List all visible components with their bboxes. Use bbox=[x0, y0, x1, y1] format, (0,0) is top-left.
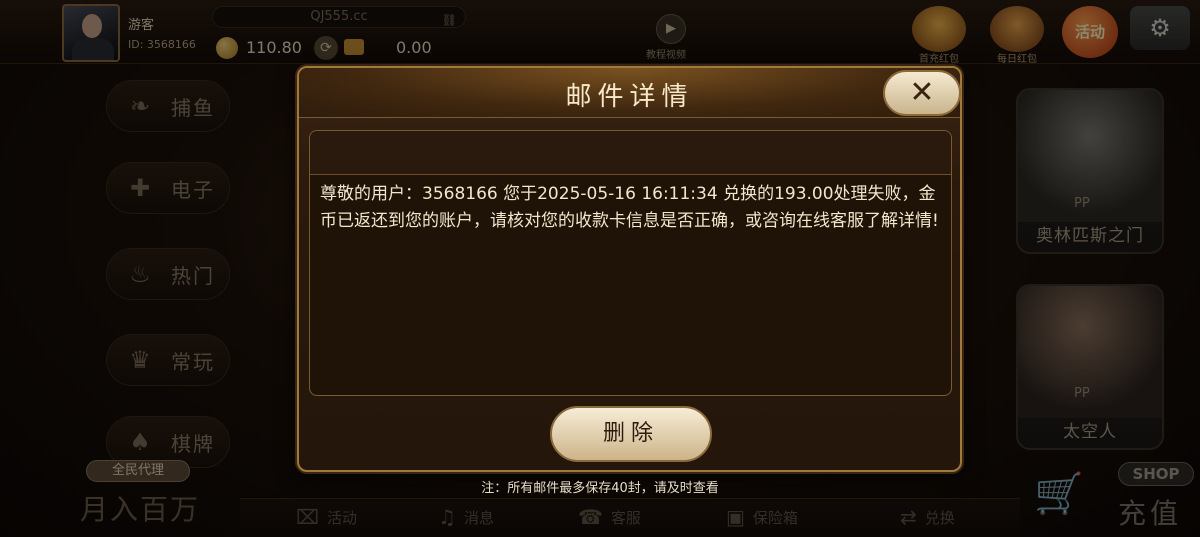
delete-button[interactable]: 删除 bbox=[550, 406, 712, 462]
dialog-header: 邮件详情 bbox=[299, 68, 960, 118]
mail-subject-strip bbox=[310, 131, 951, 175]
mail-content-box: 尊敬的用户：3568166 您于2025-05-16 16:11:34 兑换的1… bbox=[309, 130, 952, 396]
mail-detail-dialog: 邮件详情 ✕ 尊敬的用户：3568166 您于2025-05-16 16:11:… bbox=[297, 66, 962, 472]
mail-message: 尊敬的用户：3568166 您于2025-05-16 16:11:34 兑换的1… bbox=[320, 184, 939, 231]
mail-note: 注：所有邮件最多保存40封，请及时查看 bbox=[481, 481, 719, 496]
dialog-title: 邮件详情 bbox=[565, 82, 694, 112]
close-button[interactable]: ✕ bbox=[883, 70, 961, 116]
close-icon: ✕ bbox=[909, 75, 935, 110]
